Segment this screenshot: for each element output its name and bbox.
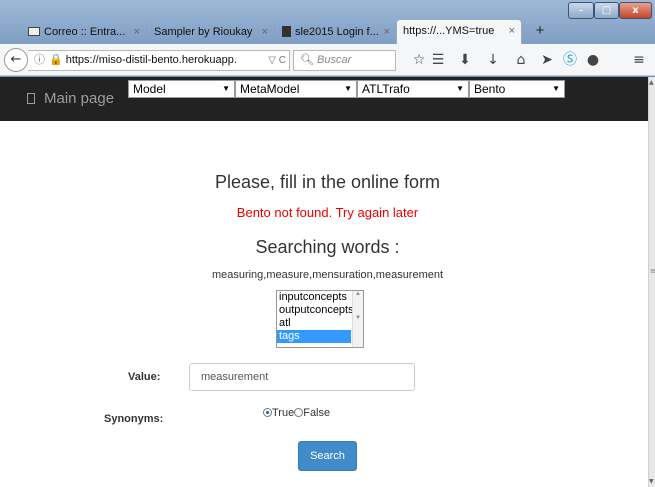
dropdown-arrow-icon: ▼ [344,84,352,93]
main-page-link[interactable]: Main page [27,90,114,107]
download-icon[interactable]: ↓ [484,51,502,69]
reading-list-icon[interactable]: ☰ [429,51,447,69]
select-value: Bento [474,82,506,96]
searching-words-heading: Searching words : [255,237,400,257]
value-input[interactable]: measurement [189,363,415,391]
arrow-left-icon: ← [10,52,22,67]
select-value: MetaModel [240,82,300,96]
home-icon[interactable]: ⌂ [512,51,530,69]
address-bar[interactable]: ⓘ 🔒 https://miso-distil-bento.herokuapp. ▽… [28,50,290,71]
model-select[interactable]: Model ▼ [128,80,235,98]
tab-correo[interactable]: Correo :: Entra... × [22,21,147,44]
tab-strip: Correo :: Entra... × Sampler by Rioukay … [8,19,648,44]
brand-label: Main page [44,90,115,107]
skype-icon[interactable]: Ⓢ [561,51,579,69]
tab-active[interactable]: https://...YMS=true × [396,19,522,44]
search-input[interactable]: 🔍︎ Buscar [293,50,396,71]
pocket-icon[interactable]: ⬇ [456,51,474,69]
mail-icon [28,27,40,36]
select-value: ATLTrafo [362,82,410,96]
select-value: Model [133,82,166,96]
scroll-up-icon[interactable]: ▲ [649,79,655,86]
synonyms-radio-group: True False [263,407,330,419]
synonyms-false-radio[interactable] [294,408,304,417]
close-tab-icon[interactable]: × [384,21,390,43]
lock-icon: 🔒 [49,54,63,66]
minimize-button[interactable]: – [568,2,594,19]
back-button[interactable]: ← [4,48,28,72]
atltrafo-select[interactable]: ATLTrafo ▼ [357,80,469,98]
close-tab-icon[interactable]: × [134,21,140,43]
dropdown-arrow-icon: ▼ [456,84,464,93]
listbox-scrollbar[interactable]: ▲ ▼ [352,291,363,347]
reload-icon[interactable]: ▽ C [268,51,286,70]
synonyms-true-radio[interactable] [263,408,272,417]
magnifier-icon: 🔍︎ [300,54,314,66]
list-option-selected[interactable]: tags [277,330,351,343]
url-text: https://miso-distil-bento.herokuapp. [65,54,237,66]
close-window-button[interactable]: x [619,2,652,19]
tab-label: https://...YMS=true [403,25,495,37]
metamodel-select[interactable]: MetaModel ▼ [235,80,357,98]
field-listbox[interactable]: inputconcepts outputconcepts atl tags ▲ ▼ [276,290,364,348]
close-tab-icon[interactable]: × [262,21,268,43]
chat-icon[interactable]: ● [584,51,602,69]
info-icon[interactable]: ⓘ [34,54,45,66]
scroll-grip-icon[interactable]: ≡ [650,267,655,275]
document-icon [282,26,291,37]
form-title: Please, fill in the online form [214,172,441,192]
list-option[interactable]: outputconcepts [277,304,354,317]
site-navbar: Main page Model ▼ MetaModel ▼ ATLTrafo ▼ Be… [0,77,648,121]
title-bar: – □ x Correo :: Entra... × Sampler by Ri… [0,0,655,44]
browser-window: – □ x Correo :: Entra... × Sampler by Ri… [0,0,655,487]
searching-words-list: measuring,measure,mensuration,measuremen… [211,269,444,281]
tab-sle2015[interactable]: sle2015 Login f... × [276,21,397,44]
navigation-toolbar: ← ⓘ 🔒 https://miso-distil-bento.herokuapp.… [0,44,655,76]
page-content: Main page Model ▼ MetaModel ▼ ATLTrafo ▼ Be… [0,77,648,487]
tab-label: sle2015 Login f... [295,26,379,38]
new-tab-button[interactable]: + [530,20,550,43]
tab-sampler[interactable]: Sampler by Rioukay × [148,21,275,44]
synonyms-true-label[interactable]: True [272,407,294,419]
menu-icon[interactable]: ≡ [630,51,648,69]
synonyms-label: Synonyms: [104,413,164,425]
search-button[interactable]: Search [298,441,357,471]
list-option[interactable]: atl [277,317,351,330]
value-label: Value: [128,371,161,383]
page-scrollbar[interactable]: ▲ ≡ ▼ [648,77,655,487]
list-option[interactable]: inputconcepts [277,291,351,304]
close-tab-icon[interactable]: × [509,20,515,42]
scroll-down-icon[interactable]: ▼ [649,478,655,485]
search-placeholder: Buscar [317,54,352,66]
document-icon [27,93,35,104]
dropdown-arrow-icon: ▼ [222,84,230,93]
send-icon[interactable]: ➤ [538,51,556,69]
dropdown-arrow-icon: ▼ [552,84,560,93]
synonyms-false-label[interactable]: False [303,407,330,419]
tab-label: Correo :: Entra... [44,26,126,38]
tab-label: Sampler by Rioukay [154,26,253,38]
maximize-button[interactable]: □ [594,2,619,19]
bookmark-star-icon[interactable]: ☆ [410,51,428,69]
error-message: Bento not found. Try again later [236,205,419,220]
bento-select[interactable]: Bento ▼ [469,80,565,98]
